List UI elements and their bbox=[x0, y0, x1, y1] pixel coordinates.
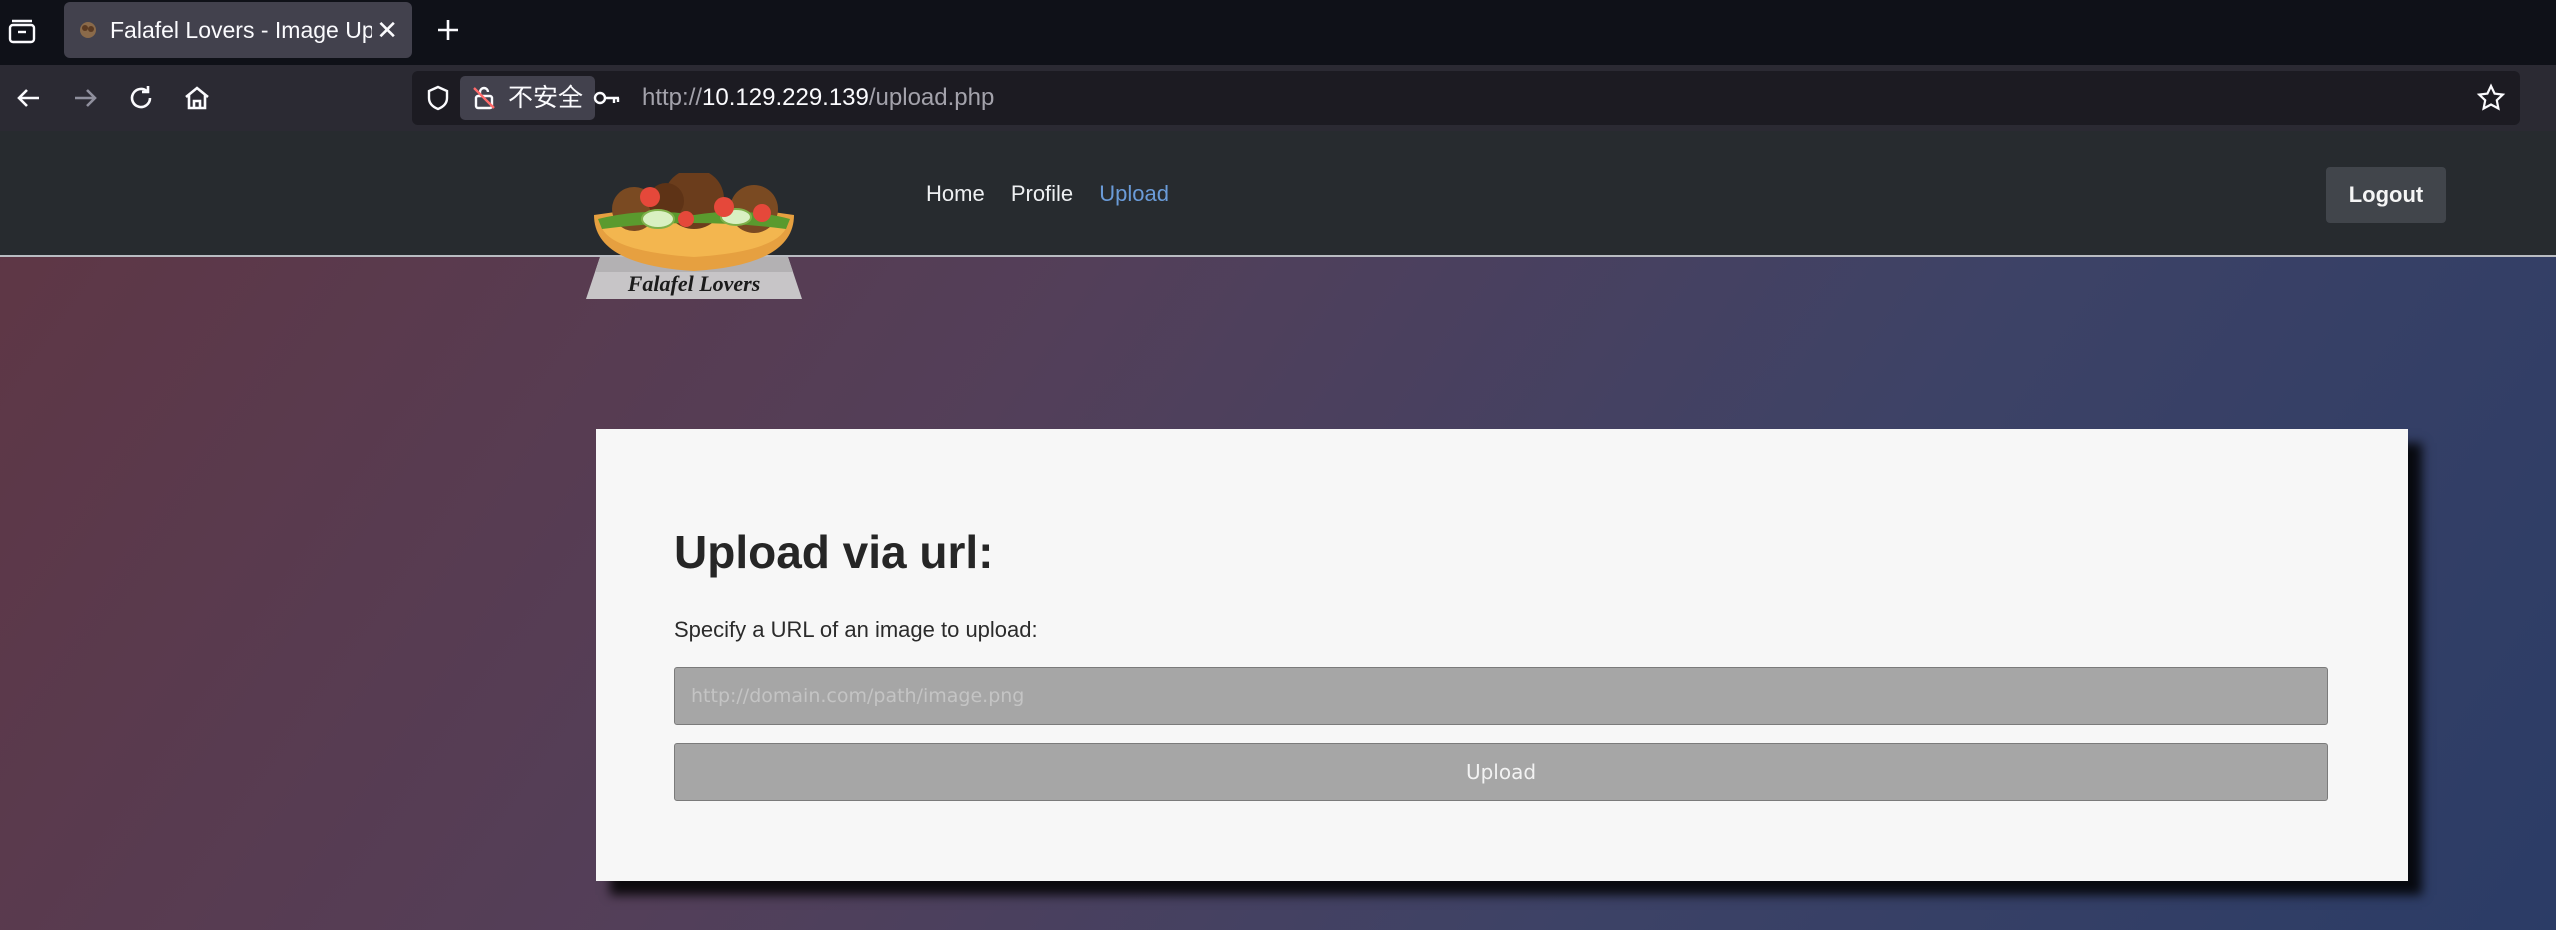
nav-upload[interactable]: Upload bbox=[1099, 181, 1169, 206]
bookmark-star-icon[interactable] bbox=[2476, 83, 2506, 113]
browser-navigation-bar: 不安全 http://10.129.229.139/upload.php bbox=[0, 65, 2556, 131]
nav-home[interactable]: Home bbox=[926, 181, 985, 206]
url-scheme: http:// bbox=[642, 84, 703, 111]
insecure-connection-badge[interactable]: 不安全 bbox=[460, 76, 596, 120]
url-host: 10.129.229.139 bbox=[702, 84, 869, 111]
upload-button[interactable]: Upload bbox=[674, 743, 2328, 801]
shield-icon[interactable] bbox=[424, 84, 452, 112]
tab-list-icon[interactable] bbox=[6, 16, 38, 48]
upload-description: Specify a URL of an image to upload: bbox=[674, 617, 1038, 642]
address-bar[interactable]: 不安全 http://10.129.229.139/upload.php bbox=[412, 71, 2520, 125]
new-tab-icon[interactable] bbox=[432, 14, 464, 46]
image-url-input[interactable] bbox=[674, 667, 2328, 725]
tab-title: Falafel Lovers - Image Upload bbox=[110, 17, 372, 43]
browser-tab[interactable]: Falafel Lovers - Image Upload ✕ bbox=[64, 2, 412, 58]
browser-tab-bar: Falafel Lovers - Image Upload ✕ bbox=[0, 0, 2556, 65]
logout-button[interactable]: Logout bbox=[2326, 167, 2446, 223]
falafel-favicon-icon bbox=[78, 20, 98, 40]
upload-card: Upload via url: Specify a URL of an imag… bbox=[596, 429, 2408, 881]
key-icon[interactable] bbox=[592, 85, 622, 111]
forward-arrow-icon[interactable] bbox=[68, 81, 102, 115]
nav-profile[interactable]: Profile bbox=[1011, 181, 1073, 206]
falafel-lovers-logo[interactable]: Falafel Lovers bbox=[586, 173, 802, 301]
broken-lock-icon bbox=[473, 86, 495, 110]
upload-heading: Upload via url: bbox=[674, 526, 994, 578]
page-content: Home Profile Upload Logout Falafel Lover… bbox=[0, 131, 2556, 930]
insecure-label: 不安全 bbox=[508, 84, 584, 112]
reload-icon[interactable] bbox=[124, 81, 158, 115]
logo-text: Falafel Lovers bbox=[627, 271, 761, 296]
main-nav: Home Profile Upload bbox=[926, 181, 1189, 207]
home-icon[interactable] bbox=[180, 81, 214, 115]
site-header: Home Profile Upload Logout bbox=[0, 131, 2556, 257]
url-path: /upload.php bbox=[868, 84, 995, 111]
url-text[interactable]: http://10.129.229.139/upload.php bbox=[642, 71, 994, 125]
back-arrow-icon[interactable] bbox=[12, 81, 46, 115]
close-tab-icon[interactable]: ✕ bbox=[376, 2, 398, 58]
